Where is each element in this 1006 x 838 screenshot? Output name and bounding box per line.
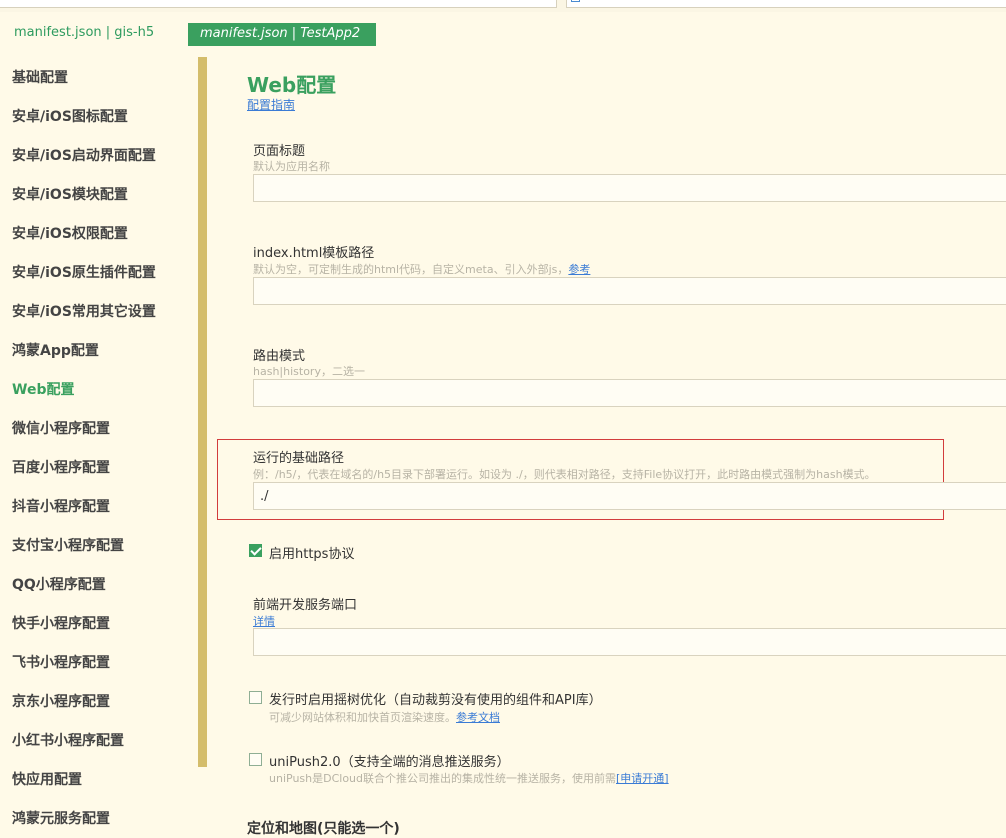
sidebar-item-splash[interactable]: 安卓/iOS启动界面配置 [12, 145, 156, 165]
search-icon [571, 0, 580, 2]
template-path-hint: 默认为空，可定制生成的html代码，自定义meta、引入外部js，参考 [253, 261, 590, 277]
search-input-right[interactable] [566, 0, 1006, 8]
sidebar-item-web[interactable]: Web配置 [12, 379, 74, 399]
https-label: 启用https协议 [269, 547, 355, 562]
treeshake-label: 发行时启用摇树优化（自动裁剪没有使用的组件和API库） [269, 693, 602, 708]
router-mode-label: 路由模式 [253, 349, 306, 364]
unipush-hint: uniPush是DCloud联合个推公司推出的集成性统一推送服务，使用前需[申请… [269, 770, 669, 786]
sidebar-item-feishu[interactable]: 飞书小程序配置 [12, 652, 110, 672]
treeshake-hint-text: 可减少网站体积和加快首页渲染速度。 [269, 711, 456, 724]
sidebar-item-basic[interactable]: 基础配置 [12, 67, 68, 87]
page-title-label: 页面标题 [253, 144, 306, 159]
template-path-label: index.html模板路径 [253, 246, 375, 261]
sidebar-item-harmony-app[interactable]: 鸿蒙App配置 [12, 340, 99, 360]
page-title-hint: 默认为应用名称 [253, 160, 330, 173]
tab-manifest-gis-h5[interactable]: manifest.json | gis-h5 [14, 25, 154, 40]
dev-port-input[interactable] [253, 628, 1006, 656]
sidebar-item-weixin[interactable]: 微信小程序配置 [12, 418, 110, 438]
page-title-input[interactable] [253, 174, 1006, 202]
sidebar-item-kuaishou[interactable]: 快手小程序配置 [12, 613, 110, 633]
treeshake-checkbox[interactable] [249, 691, 262, 704]
search-input-left[interactable] [0, 0, 557, 8]
sidebar-item-xiaohongshu[interactable]: 小红书小程序配置 [12, 730, 124, 750]
base-path-label: 运行的基础路径 [253, 451, 345, 466]
page-title: Web配置 [247, 73, 337, 97]
sidebar-item-modules[interactable]: 安卓/iOS模块配置 [12, 184, 128, 204]
base-path-hint: 例：/h5/，代表在域名的/h5目录下部署运行。如设为 ./，则代表相对路径，支… [253, 468, 876, 481]
sidebar-item-jd[interactable]: 京东小程序配置 [12, 691, 110, 711]
sidebar-item-app-icon[interactable]: 安卓/iOS图标配置 [12, 106, 128, 126]
tab-manifest-testapp2[interactable]: manifest.json | TestApp2 [188, 23, 376, 46]
unipush-label: uniPush2.0（支持全端的消息推送服务） [269, 755, 510, 770]
dev-port-hint: 详情 [253, 613, 275, 629]
top-search-strip [0, 0, 1006, 12]
main-panel: Web配置 配置指南 页面标题 默认为应用名称 index.html模板路径 默… [208, 57, 1006, 838]
router-mode-hint: hash|history，二选一 [253, 365, 365, 378]
https-checkbox[interactable] [249, 544, 262, 557]
unipush-hint-text: uniPush是DCloud联合个推公司推出的集成性统一推送服务，使用前需 [269, 772, 617, 785]
template-path-hint-text: 默认为空，可定制生成的html代码，自定义meta、引入外部js， [253, 263, 569, 276]
sidebar-item-quickapp[interactable]: 快应用配置 [12, 769, 82, 789]
treeshake-docs-link[interactable]: 参考文档 [456, 711, 500, 724]
sidebar-item-harmony-service[interactable]: 鸿蒙元服务配置 [12, 808, 110, 828]
treeshake-hint: 可减少网站体积和加快首页渲染速度。参考文档 [269, 709, 500, 725]
router-mode-input[interactable] [253, 379, 1006, 407]
template-path-input[interactable] [253, 277, 1006, 305]
unipush-apply-link[interactable]: [申请开通] [616, 772, 669, 785]
template-path-ref-link[interactable]: 参考 [568, 263, 590, 276]
unipush-checkbox[interactable] [249, 753, 262, 766]
base-path-input[interactable]: ./ [253, 482, 1006, 510]
config-guide-link[interactable]: 配置指南 [247, 96, 295, 113]
sidebar-item-alipay[interactable]: 支付宝小程序配置 [12, 535, 124, 555]
sidebar-item-qq[interactable]: QQ小程序配置 [12, 574, 106, 594]
dev-port-details-link[interactable]: 详情 [253, 615, 275, 628]
sidebar-item-native-plugins[interactable]: 安卓/iOS原生插件配置 [12, 262, 156, 282]
sidebar-item-douyin[interactable]: 抖音小程序配置 [12, 496, 110, 516]
location-map-section-title: 定位和地图(只能选一个) [247, 821, 400, 837]
sidebar-item-permissions[interactable]: 安卓/iOS权限配置 [12, 223, 128, 243]
dev-port-label: 前端开发服务端口 [253, 598, 358, 613]
sidebar-item-other-settings[interactable]: 安卓/iOS常用其它设置 [12, 301, 156, 321]
sidebar-scrollbar[interactable] [198, 57, 207, 767]
sidebar-item-baidu[interactable]: 百度小程序配置 [12, 457, 110, 477]
